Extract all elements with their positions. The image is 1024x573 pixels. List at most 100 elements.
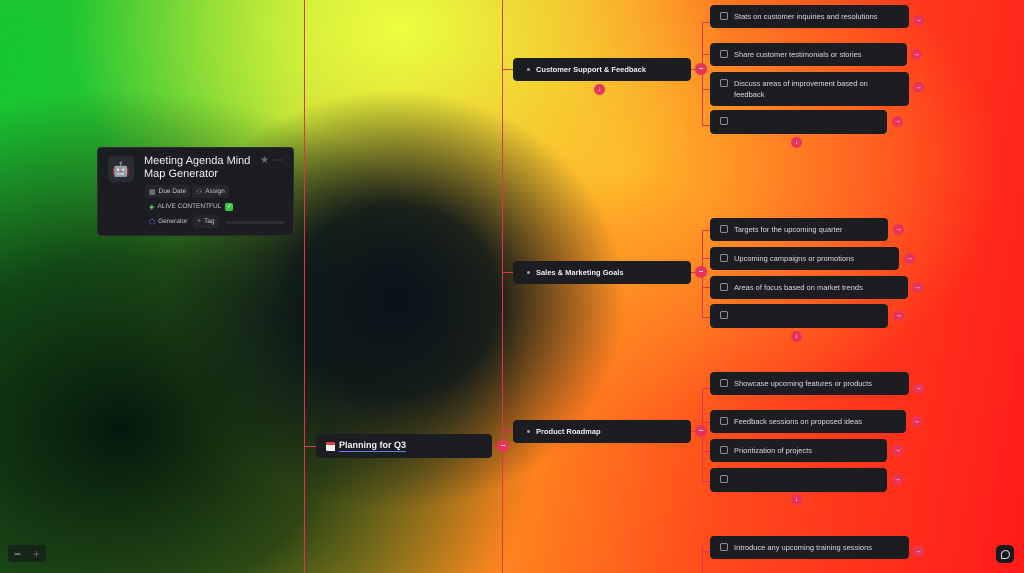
- project-title: Meeting Agenda Mind Map Generator: [144, 155, 251, 180]
- chat-bubble-icon: [1000, 549, 1010, 559]
- leaf-label: Areas of focus based on market trends: [734, 283, 863, 292]
- expand-arrow-button[interactable]: →: [893, 310, 904, 321]
- connector-leaf: [702, 451, 710, 452]
- expand-arrow-button[interactable]: →: [911, 416, 922, 427]
- leaf-label: Showcase upcoming features or products: [734, 379, 872, 388]
- collapse-branch-button[interactable]: −: [695, 266, 707, 278]
- plus-icon: +: [197, 218, 202, 225]
- checkbox[interactable]: [720, 254, 728, 262]
- branch-label: Sales & Marketing Goals: [536, 268, 624, 277]
- checkbox[interactable]: [720, 283, 728, 291]
- project-card[interactable]: 🤖 Meeting Agenda Mind Map Generator ★ ⋯ …: [97, 147, 294, 236]
- add-child-button[interactable]: ↓: [791, 331, 802, 342]
- branch-node[interactable]: Sales & Marketing Goals: [513, 261, 691, 284]
- leaf-node[interactable]: Feedback sessions on proposed ideas: [710, 410, 906, 433]
- checkbox[interactable]: [720, 117, 728, 125]
- chat-button[interactable]: [996, 545, 1014, 563]
- root-label: Planning for Q3: [339, 440, 407, 452]
- expand-arrow-button[interactable]: →: [912, 282, 923, 293]
- expand-arrow-button[interactable]: →: [913, 15, 924, 26]
- add-tag-button[interactable]: + Tag: [193, 215, 219, 228]
- connector-leaf: [702, 287, 710, 288]
- expand-arrow-button[interactable]: →: [892, 445, 903, 456]
- zoom-in-button[interactable]: +: [27, 547, 46, 561]
- zoom-out-button[interactable]: −: [8, 547, 27, 561]
- collapse-branch-button[interactable]: −: [695, 63, 707, 75]
- bullet-icon: [527, 68, 530, 71]
- connector-leaf: [702, 22, 710, 23]
- collapse-root-button[interactable]: −: [497, 440, 509, 452]
- connector-leaf-spine-4: [702, 545, 703, 573]
- expand-arrow-button[interactable]: →: [913, 546, 924, 557]
- expand-arrow-button[interactable]: →: [892, 116, 903, 127]
- generator-tag-label: Generator: [158, 218, 188, 225]
- more-options-icon[interactable]: ⋯: [273, 155, 284, 166]
- leaf-label: Introduce any upcoming training sessions: [734, 543, 872, 552]
- leaf-node[interactable]: [710, 110, 887, 134]
- expand-arrow-button[interactable]: →: [892, 474, 903, 485]
- add-child-button[interactable]: ↓: [791, 494, 802, 505]
- status-tag-label: ALIVE CONTENTFUL: [157, 203, 222, 210]
- connector-leaf: [702, 388, 710, 389]
- branch-node[interactable]: Customer Support & Feedback: [513, 58, 691, 81]
- progress-bar: [226, 221, 285, 224]
- checkbox[interactable]: [720, 225, 728, 233]
- leaf-label: Stats on customer inquiries and resoluti…: [734, 12, 878, 21]
- connector-leaf: [702, 230, 710, 231]
- leaf-label: Targets for the upcoming quarter: [734, 225, 843, 234]
- connector-leaf: [702, 551, 710, 552]
- leaf-label: Discuss areas of improvement based on fe…: [734, 79, 868, 99]
- leaf-label: Share customer testimonials or stories: [734, 50, 862, 59]
- star-icon[interactable]: ★: [260, 155, 269, 166]
- leaf-node[interactable]: Introduce any upcoming training sessions: [710, 536, 909, 559]
- checkbox[interactable]: [720, 50, 728, 58]
- collapse-branch-button[interactable]: −: [695, 425, 707, 437]
- expand-arrow-button[interactable]: →: [904, 253, 915, 264]
- leaf-node[interactable]: Stats on customer inquiries and resoluti…: [710, 5, 909, 28]
- assign-label: Assign: [205, 188, 225, 195]
- add-tag-label: Tag: [204, 218, 215, 225]
- connector-leaf: [702, 125, 710, 126]
- connector-leaf: [702, 89, 710, 90]
- leaf-node[interactable]: Showcase upcoming features or products: [710, 372, 909, 395]
- assign-button[interactable]: ⚇ Assign: [192, 185, 229, 198]
- due-date-button[interactable]: ▦ Due Date: [145, 185, 191, 198]
- add-child-button[interactable]: ↓: [791, 137, 802, 148]
- expand-arrow-button[interactable]: →: [913, 82, 924, 93]
- leaf-node[interactable]: Targets for the upcoming quarter: [710, 218, 888, 241]
- tag-icon: ◈: [149, 203, 155, 211]
- leaf-node[interactable]: Upcoming campaigns or promotions: [710, 247, 899, 270]
- leaf-node[interactable]: Share customer testimonials or stories: [710, 43, 907, 66]
- leaf-node[interactable]: Prioritization of projects: [710, 439, 887, 462]
- expand-arrow-button[interactable]: →: [913, 383, 924, 394]
- expand-arrow-button[interactable]: →: [911, 49, 922, 60]
- check-mark-icon: ✓: [225, 202, 234, 211]
- checkbox[interactable]: [720, 417, 728, 425]
- generator-tag[interactable]: ⬡ Generator: [145, 215, 191, 228]
- leaf-node[interactable]: Areas of focus based on market trends: [710, 276, 908, 299]
- checkbox[interactable]: [720, 543, 728, 551]
- connector-branch-3: [502, 431, 513, 432]
- leaf-node[interactable]: Discuss areas of improvement based on fe…: [710, 72, 909, 106]
- root-node[interactable]: Planning for Q3: [316, 434, 492, 458]
- connector-root-left: [304, 446, 316, 447]
- user-icon: ⚇: [196, 188, 203, 196]
- connector-leaf: [702, 481, 710, 482]
- checkbox[interactable]: [720, 379, 728, 387]
- leaf-node[interactable]: [710, 468, 887, 492]
- shield-icon: ⬡: [149, 218, 156, 226]
- zoom-controls: − +: [8, 545, 46, 562]
- checkbox[interactable]: [720, 446, 728, 454]
- add-child-button[interactable]: ↓: [594, 84, 605, 95]
- checkbox[interactable]: [720, 311, 728, 319]
- expand-arrow-button[interactable]: →: [893, 224, 904, 235]
- status-tag[interactable]: ◈ ALIVE CONTENTFUL ✓: [145, 200, 237, 213]
- checkbox[interactable]: [720, 475, 728, 483]
- robot-icon: 🤖: [108, 156, 134, 182]
- leaf-node[interactable]: [710, 304, 888, 328]
- connector-leaf: [702, 258, 710, 259]
- leaf-label: Feedback sessions on proposed ideas: [734, 417, 862, 426]
- branch-node[interactable]: Product Roadmap: [513, 420, 691, 443]
- checkbox[interactable]: [720, 79, 728, 87]
- checkbox[interactable]: [720, 12, 728, 20]
